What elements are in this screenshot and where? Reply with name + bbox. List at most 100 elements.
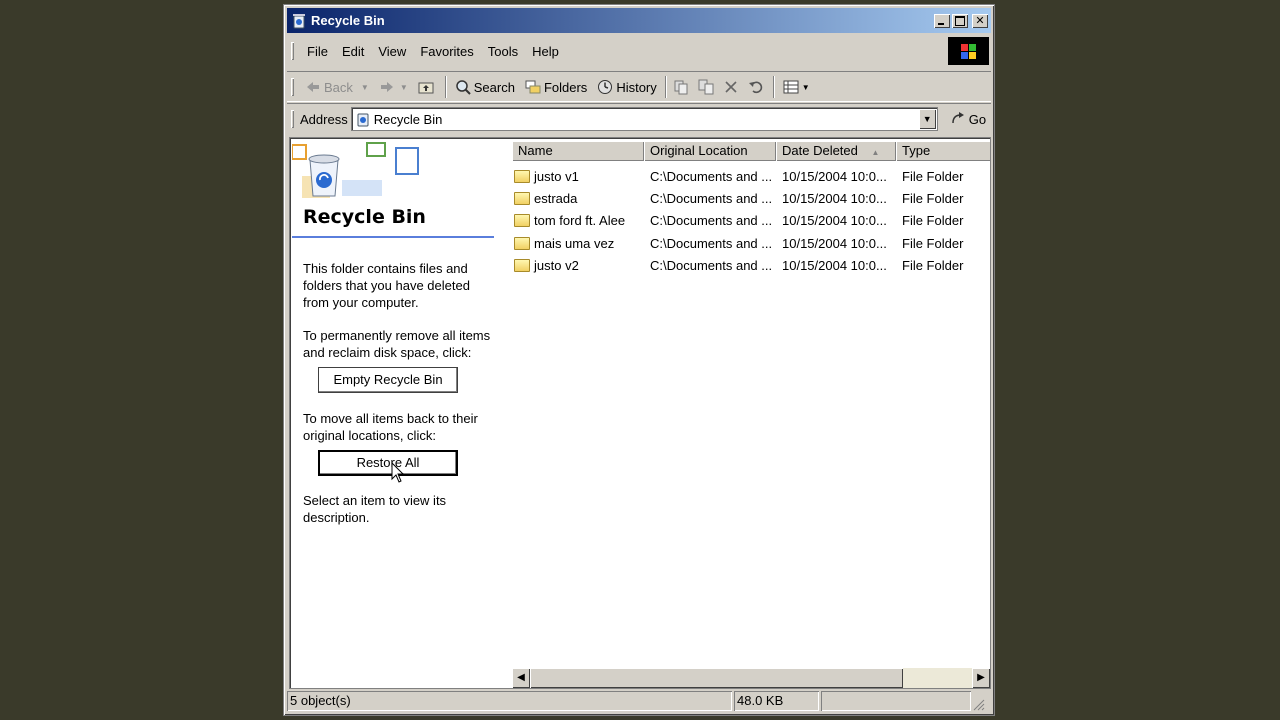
status-object-count: 5 object(s) xyxy=(287,691,732,711)
minimize-button[interactable] xyxy=(934,13,950,28)
title-bar[interactable]: Recycle Bin ✕ xyxy=(287,8,991,33)
views-dropdown-icon: ▼ xyxy=(801,82,810,92)
file-location: C:\Documents and ... xyxy=(650,235,773,251)
search-icon xyxy=(455,79,471,95)
mouse-cursor-icon xyxy=(391,461,405,487)
file-location: C:\Documents and ... xyxy=(650,190,773,206)
undo-button[interactable] xyxy=(745,75,770,99)
menu-edit[interactable]: Edit xyxy=(335,44,371,59)
content-area: Recycle Bin This folder contains files a… xyxy=(289,137,991,689)
menu-grip[interactable] xyxy=(291,42,294,60)
close-button[interactable]: ✕ xyxy=(972,13,988,28)
folder-icon xyxy=(514,213,530,227)
delete-button[interactable] xyxy=(720,75,745,99)
maximize-button[interactable] xyxy=(952,13,968,28)
status-bar: 5 object(s) 48.0 KB xyxy=(287,691,991,713)
select-item-hint: Select an item to view its description. xyxy=(303,493,447,525)
recycle-bin-banner-icon xyxy=(291,140,422,202)
recycle-bin-small-icon xyxy=(355,111,371,127)
move-to-button[interactable] xyxy=(670,75,695,99)
column-header-name[interactable]: Name xyxy=(512,141,644,161)
table-row[interactable]: justo v2 C:\Documents and ... 10/15/2004… xyxy=(512,254,990,276)
menu-help[interactable]: Help xyxy=(525,44,566,59)
undo-icon xyxy=(748,79,764,95)
scroll-thumb[interactable] xyxy=(530,668,903,688)
address-dropdown-button[interactable]: ▼ xyxy=(918,109,936,129)
file-name: justo v2 xyxy=(534,257,579,273)
folder-icon xyxy=(514,169,530,183)
back-button[interactable]: Back ▼ xyxy=(300,75,374,99)
delete-x-icon xyxy=(723,79,739,95)
go-button[interactable]: Go xyxy=(950,111,986,127)
table-row[interactable]: estrada C:\Documents and ... 10/15/2004 … xyxy=(512,187,990,209)
column-header-type[interactable]: Type xyxy=(896,141,990,161)
go-arrow-icon xyxy=(950,111,966,127)
back-arrow-icon xyxy=(305,79,321,95)
restore-instructions: To move all items back to their original… xyxy=(303,411,478,443)
folder-icon xyxy=(514,236,530,250)
file-type: File Folder xyxy=(902,212,964,228)
file-name: estrada xyxy=(534,190,578,206)
file-location: C:\Documents and ... xyxy=(650,212,773,228)
empty-instructions: To permanently remove all items and recl… xyxy=(303,328,491,360)
status-size: 48.0 KB xyxy=(734,691,819,711)
views-button[interactable]: ▼ xyxy=(778,75,815,99)
table-row[interactable]: tom ford ft. Alee C:\Documents and ... 1… xyxy=(512,209,990,231)
address-value: Recycle Bin xyxy=(373,111,443,127)
menu-favorites[interactable]: Favorites xyxy=(413,44,480,59)
standard-toolbar: Back ▼ ▼ Search Folders History ▼ xyxy=(287,71,991,102)
file-date: 10/15/2004 10:0... xyxy=(782,257,887,273)
forward-dropdown-icon[interactable]: ▼ xyxy=(400,83,408,92)
scroll-right-button[interactable]: ▶ xyxy=(972,668,990,688)
empty-recycle-bin-button[interactable]: Empty Recycle Bin xyxy=(318,367,458,393)
search-button[interactable]: Search xyxy=(450,75,520,99)
restore-all-button[interactable]: Restore All xyxy=(318,450,458,476)
file-location: C:\Documents and ... xyxy=(650,168,773,184)
pane-title: Recycle Bin xyxy=(303,206,426,228)
file-date: 10/15/2004 10:0... xyxy=(782,235,887,251)
copy-to-icon xyxy=(698,79,714,95)
folders-button[interactable]: Folders xyxy=(520,75,592,99)
menu-tools[interactable]: Tools xyxy=(481,44,525,59)
history-button[interactable]: History xyxy=(592,75,661,99)
back-dropdown-icon[interactable]: ▼ xyxy=(361,83,369,92)
table-row[interactable]: justo v1 C:\Documents and ... 10/15/2004… xyxy=(512,165,990,187)
forward-button[interactable]: ▼ xyxy=(374,75,413,99)
copy-to-button[interactable] xyxy=(695,75,720,99)
address-bar: Address Recycle Bin ▼ Go xyxy=(287,103,991,134)
menu-bar: File Edit View Favorites Tools Help xyxy=(287,37,991,65)
pane-description: This folder contains files and folders t… xyxy=(303,261,470,310)
history-label: History xyxy=(616,79,657,95)
toolbar-separator xyxy=(665,76,667,98)
toolbar-grip[interactable] xyxy=(291,78,294,96)
file-name: tom ford ft. Alee xyxy=(534,212,626,228)
file-location: C:\Documents and ... xyxy=(650,257,773,273)
explorer-window: Recycle Bin ✕ File Edit View Favorites T… xyxy=(283,4,995,716)
menu-view[interactable]: View xyxy=(371,44,413,59)
table-row[interactable]: mais uma vez C:\Documents and ... 10/15/… xyxy=(512,232,990,254)
address-field[interactable]: Recycle Bin ▼ xyxy=(350,107,938,131)
file-type: File Folder xyxy=(902,168,964,184)
folder-icon xyxy=(514,258,530,272)
recycle-bin-icon xyxy=(291,13,307,29)
up-folder-button[interactable] xyxy=(413,75,442,99)
scroll-left-button[interactable]: ◀ xyxy=(512,668,530,688)
column-header-date-deleted[interactable]: Date Deleted ▲ xyxy=(776,141,896,161)
sort-ascending-icon: ▲ xyxy=(871,148,880,157)
file-name: justo v1 xyxy=(534,168,579,184)
folder-icon xyxy=(514,191,530,205)
folders-icon xyxy=(525,79,541,95)
menu-file[interactable]: File xyxy=(300,44,335,59)
status-zone xyxy=(821,691,971,711)
address-grip[interactable] xyxy=(291,110,294,128)
file-list: Name Original Location Date Deleted ▲ Ty… xyxy=(512,138,990,688)
windows-logo-icon xyxy=(948,37,989,65)
file-date: 10/15/2004 10:0... xyxy=(782,190,887,206)
views-grid-icon xyxy=(783,79,799,95)
horizontal-scrollbar[interactable]: ◀ ▶ xyxy=(512,668,990,688)
column-header-original-location[interactable]: Original Location xyxy=(644,141,776,161)
resize-grip-icon[interactable] xyxy=(973,691,985,711)
address-label: Address xyxy=(300,111,348,127)
go-label: Go xyxy=(968,111,987,127)
column-headers: Name Original Location Date Deleted ▲ Ty… xyxy=(512,141,990,161)
